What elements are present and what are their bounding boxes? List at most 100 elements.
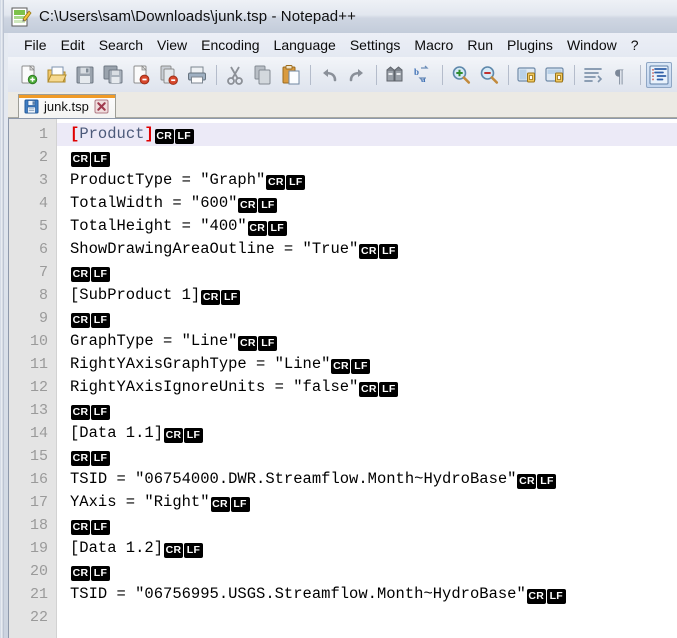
sync-vertical-scroll-icon[interactable] [514, 62, 540, 88]
lf-badge: LF [537, 474, 557, 489]
code-token: [SubProduct 1] [70, 286, 201, 304]
lf-badge: LF [91, 152, 110, 167]
menu-item-search[interactable]: Search [92, 35, 150, 56]
cr-badge: CR [210, 497, 230, 512]
line-number: 10 [29, 333, 48, 350]
code-line[interactable]: ShowDrawingAreaOutline = "True" CR LF [57, 238, 677, 261]
save-all-icon[interactable] [100, 62, 126, 88]
eol-marker: CR LF [201, 290, 241, 305]
menu-item-plugins[interactable]: Plugins [500, 35, 560, 56]
eol-marker: CR LF [71, 520, 111, 535]
code-token: ShowDrawingAreaOutline = "True" [70, 240, 359, 258]
cr-badge: CR [71, 566, 90, 581]
lf-badge: LF [184, 428, 204, 443]
code-token: GraphType = "Line" [70, 332, 238, 350]
toolbar-separator [640, 64, 641, 85]
lf-badge: LF [267, 221, 287, 236]
cr-badge: CR [164, 543, 184, 558]
line-number: 11 [29, 356, 48, 373]
code-line[interactable]: TSID = "06754000.DWR.Streamflow.Month~Hy… [57, 468, 677, 491]
code-token: [Data 1.1] [70, 424, 164, 442]
line-number: 16 [29, 471, 48, 488]
eol-marker: CR LF [210, 497, 251, 512]
code-token: RightYAxisGraphType = "Line" [70, 355, 331, 373]
word-wrap-icon[interactable] [580, 62, 606, 88]
close-icon[interactable] [94, 99, 109, 114]
code-line[interactable]: TotalWidth = "600" CR LF [57, 192, 677, 215]
code-line[interactable]: [Data 1.2] CR LF [57, 537, 677, 560]
menu-item-macro[interactable]: Macro [407, 35, 460, 56]
close-file-icon[interactable] [128, 62, 154, 88]
toolbar-separator [442, 64, 443, 85]
svg-text:b: b [414, 67, 419, 77]
undo-icon[interactable] [316, 62, 342, 88]
line-number: 13 [29, 402, 48, 419]
code-line[interactable]: TotalHeight = "400" CR LF [57, 215, 677, 238]
line-number: 18 [29, 517, 48, 534]
code-line[interactable]: CR LF [57, 307, 677, 330]
code-line[interactable]: [Product] CR LF [57, 123, 677, 146]
code-line[interactable]: TSID = "06756995.USGS.Streamflow.Month~H… [57, 583, 677, 606]
code-line[interactable]: CR LF [57, 445, 677, 468]
indent-guideline-icon[interactable] [646, 61, 672, 88]
copy-icon[interactable] [250, 62, 276, 88]
code-line[interactable]: RightYAxisIgnoreUnits = "false" CR LF [57, 376, 677, 399]
menu-item-settings[interactable]: Settings [343, 35, 408, 56]
line-number: 7 [38, 264, 48, 281]
menu-item-language[interactable]: Language [267, 35, 343, 56]
eol-marker: CR LF [247, 221, 288, 236]
code-line[interactable]: [SubProduct 1] CR LF [57, 284, 677, 307]
editor-area[interactable]: 1 2 3 4 5 6 7 8 9 10 11 12 13 14 15 16 17 18 19 20 21 22 [Pro… [8, 118, 677, 638]
cr-badge: CR [201, 290, 221, 305]
close-all-files-icon[interactable] [156, 62, 182, 88]
new-file-icon[interactable] [16, 62, 42, 88]
open-file-icon[interactable] [44, 62, 70, 88]
menu-item-edit[interactable]: Edit [54, 35, 92, 56]
menu-item-file[interactable]: File [17, 35, 54, 56]
zoom-out-icon[interactable] [476, 62, 502, 88]
code-line[interactable]: GraphType = "Line" CR LF [57, 330, 677, 353]
eol-marker: CR LF [517, 474, 557, 489]
cr-badge: CR [71, 267, 90, 282]
print-icon[interactable] [184, 62, 210, 88]
find-icon[interactable] [382, 62, 408, 88]
code-area[interactable]: [Product] CR LF CR LF ProductType = "Graph" CR… [57, 119, 677, 638]
code-line[interactable] [57, 606, 677, 629]
code-line[interactable]: CR LF [57, 261, 677, 284]
code-line[interactable]: RightYAxisGraphType = "Line" CR LF [57, 353, 677, 376]
line-number: 14 [29, 425, 48, 442]
code-line[interactable]: [Data 1.1] CR LF [57, 422, 677, 445]
redo-icon[interactable] [344, 62, 370, 88]
title-bar[interactable]: C:\Users\sam\Downloads\junk.tsp - Notepa… [4, 0, 677, 33]
line-number: 9 [38, 310, 48, 327]
cut-icon[interactable] [222, 62, 248, 88]
eol-marker: CR LF [71, 451, 111, 466]
show-all-characters-icon[interactable]: ¶ [608, 62, 634, 88]
editor[interactable]: 1 2 3 4 5 6 7 8 9 10 11 12 13 14 15 16 17 18 19 20 21 22 [Pro… [9, 119, 677, 638]
menu-item-view[interactable]: View [150, 35, 194, 56]
line-number: 5 [38, 218, 48, 235]
menu-item-encoding[interactable]: Encoding [194, 35, 266, 56]
cr-badge: CR [526, 589, 546, 604]
zoom-in-icon[interactable] [448, 62, 474, 88]
lf-badge: LF [184, 543, 204, 558]
code-line[interactable]: YAxis = "Right" CR LF [57, 491, 677, 514]
notepad-plus-plus-icon [10, 6, 32, 28]
cr-badge: CR [331, 359, 351, 374]
code-line[interactable]: CR LF [57, 514, 677, 537]
window-frame: C:\Users\sam\Downloads\junk.tsp - Notepa… [0, 0, 677, 638]
replace-icon[interactable]: ba [410, 62, 436, 88]
code-line[interactable]: CR LF [57, 399, 677, 422]
menu-item-[interactable]: ? [624, 35, 646, 56]
menu-item-run[interactable]: Run [460, 35, 500, 56]
tab-junk-tsp[interactable]: junk.tsp [18, 94, 116, 118]
code-line[interactable]: ProductType = "Graph" CR LF [57, 169, 677, 192]
lf-badge: LF [174, 129, 194, 144]
code-line[interactable]: CR LF [57, 146, 677, 169]
save-icon[interactable] [72, 62, 98, 88]
sync-horizontal-scroll-icon[interactable] [542, 62, 568, 88]
lf-badge: LF [91, 313, 110, 328]
paste-icon[interactable] [278, 62, 304, 88]
menu-item-window[interactable]: Window [560, 35, 624, 56]
code-line[interactable]: CR LF [57, 560, 677, 583]
